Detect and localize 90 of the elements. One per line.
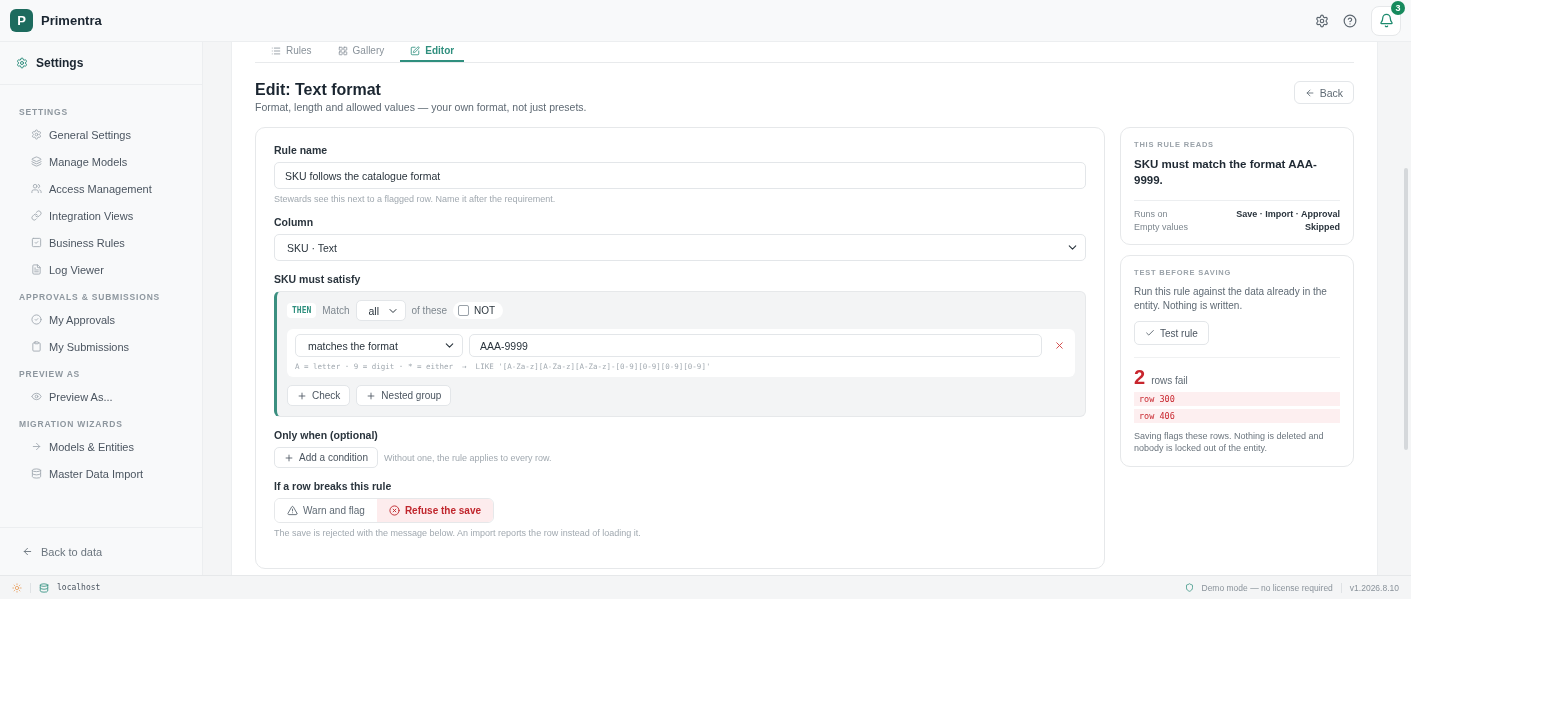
database-icon (39, 582, 49, 593)
version-label: v1.2026.8.10 (1349, 582, 1399, 593)
not-checkbox[interactable] (458, 305, 470, 316)
section-heading: APPROVALS & SUBMISSIONS (18, 291, 162, 304)
sidebar-item[interactable]: Integration Views (0, 202, 202, 229)
sidebar-item[interactable]: My Submissions (0, 333, 202, 360)
fact-value: Save · Import · Approval (1235, 209, 1340, 220)
group-tag: THEN (287, 303, 317, 318)
section-heading: SETTINGS (18, 106, 69, 119)
arrow-left-icon (1304, 87, 1315, 98)
sun-icon (12, 582, 22, 593)
fail-count: 2 (1134, 366, 1146, 389)
add-button[interactable]: Check (287, 385, 351, 406)
add-condition-button[interactable]: Add a condition (274, 447, 378, 468)
eye-icon (31, 391, 42, 402)
match-select[interactable]: all (355, 300, 406, 321)
host-label: localhost (57, 583, 101, 592)
help-icon[interactable] (1343, 13, 1357, 28)
database-icon (31, 468, 42, 479)
page-subtitle: Format, length and allowed values — your own format, not just presets. (255, 101, 587, 113)
x-circle-icon (388, 505, 400, 516)
rule-summary: SKU must match the format AAA-9999. (1134, 157, 1318, 188)
field-hint: Without one, the rule applies to every row. (383, 452, 552, 463)
demo-mode-label: Demo mode — no license required (1201, 582, 1333, 593)
fact-value: Skipped (1304, 222, 1340, 233)
section-heading: MIGRATION WIZARDS (18, 418, 124, 431)
users-icon (31, 183, 42, 194)
add-button[interactable]: Nested group (356, 385, 452, 406)
sidebar-item[interactable]: My Approvals (0, 306, 202, 333)
test-description: Run this rule against the data already in the entity. Nothing is written. (1134, 285, 1328, 314)
match-label: Match (322, 305, 350, 316)
fact-label: Runs on (1134, 209, 1169, 220)
field-hint: Stewards see this next to a flagged row. Name it after the requirement. (274, 194, 557, 204)
field-hint: The save is rejected with the message below. An import reports the row instead of loading it. (274, 528, 642, 538)
check-icon (1145, 328, 1155, 339)
arrow-left-icon (22, 546, 33, 557)
layers-icon (31, 156, 42, 167)
plus-icon (284, 452, 294, 463)
warning-icon (287, 505, 298, 516)
shield-icon (1184, 583, 1194, 592)
field-label: Only when (optional) (274, 429, 379, 441)
grid-icon (337, 45, 348, 56)
tab[interactable]: Editor (400, 42, 465, 62)
sidebar-item[interactable]: Access Management (0, 175, 202, 202)
back-button[interactable]: Back (1293, 81, 1354, 104)
settings-icon[interactable] (1315, 13, 1329, 28)
checkbox-icon (31, 237, 42, 248)
plus-icon (297, 390, 307, 401)
notification-count: 3 (1391, 0, 1405, 15)
close-icon (1054, 340, 1065, 351)
field-label: Column (274, 216, 315, 228)
not-toggle[interactable]: NOT (453, 302, 504, 319)
failing-row: row 406 (1134, 409, 1340, 424)
test-note: Saving flags these rows. Nothing is deleted and nobody is locked out of the entity. (1134, 430, 1325, 455)
of-these-label: of these (411, 305, 448, 316)
gear-icon (16, 57, 28, 69)
sidebar-item[interactable]: Models & Entities (0, 433, 202, 460)
sidebar-item[interactable]: Business Rules (0, 229, 202, 256)
action-option[interactable]: Refuse the save (376, 499, 494, 522)
field-label: If a row breaks this rule (274, 480, 393, 492)
app-logo: P (10, 9, 33, 32)
arrow-right-icon (31, 441, 42, 452)
plus-icon (366, 390, 377, 401)
sidebar-item[interactable]: Master Data Import (0, 460, 202, 487)
sidebar-item[interactable]: General Settings (0, 121, 202, 148)
fact-label: Empty values (1134, 222, 1190, 233)
column-select[interactable]: SKU · Text (274, 234, 1086, 261)
bell-icon (1378, 13, 1394, 28)
format-field[interactable]: AAA-9999 (469, 334, 1042, 357)
list-icon (271, 45, 281, 56)
link-icon (31, 210, 42, 221)
failing-row: row 300 (1134, 392, 1340, 407)
sidebar-item[interactable]: Log Viewer (0, 256, 202, 283)
rule-name-field[interactable]: SKU follows the catalogue format (274, 162, 1086, 189)
clipboard-icon (31, 341, 42, 352)
app-name: Primentra (41, 13, 102, 28)
operator-select[interactable]: matches the format (295, 334, 463, 357)
section-heading: PREVIEW AS (18, 368, 82, 381)
gear-icon (31, 129, 42, 140)
edit-icon (410, 45, 421, 56)
document-icon (31, 264, 42, 275)
sidebar-item[interactable]: Manage Models (0, 148, 202, 175)
field-label: SKU must satisfy (274, 273, 362, 285)
fail-count-label: rows fail (1151, 375, 1188, 387)
page-title: Edit: Text format (255, 81, 382, 99)
field-label: Rule name (274, 144, 329, 156)
sidebar-title: Settings (36, 56, 84, 70)
test-rule-button[interactable]: Test rule (1134, 321, 1209, 346)
check-circle-icon (31, 314, 42, 325)
sidebar-item[interactable]: Preview As... (0, 383, 202, 410)
